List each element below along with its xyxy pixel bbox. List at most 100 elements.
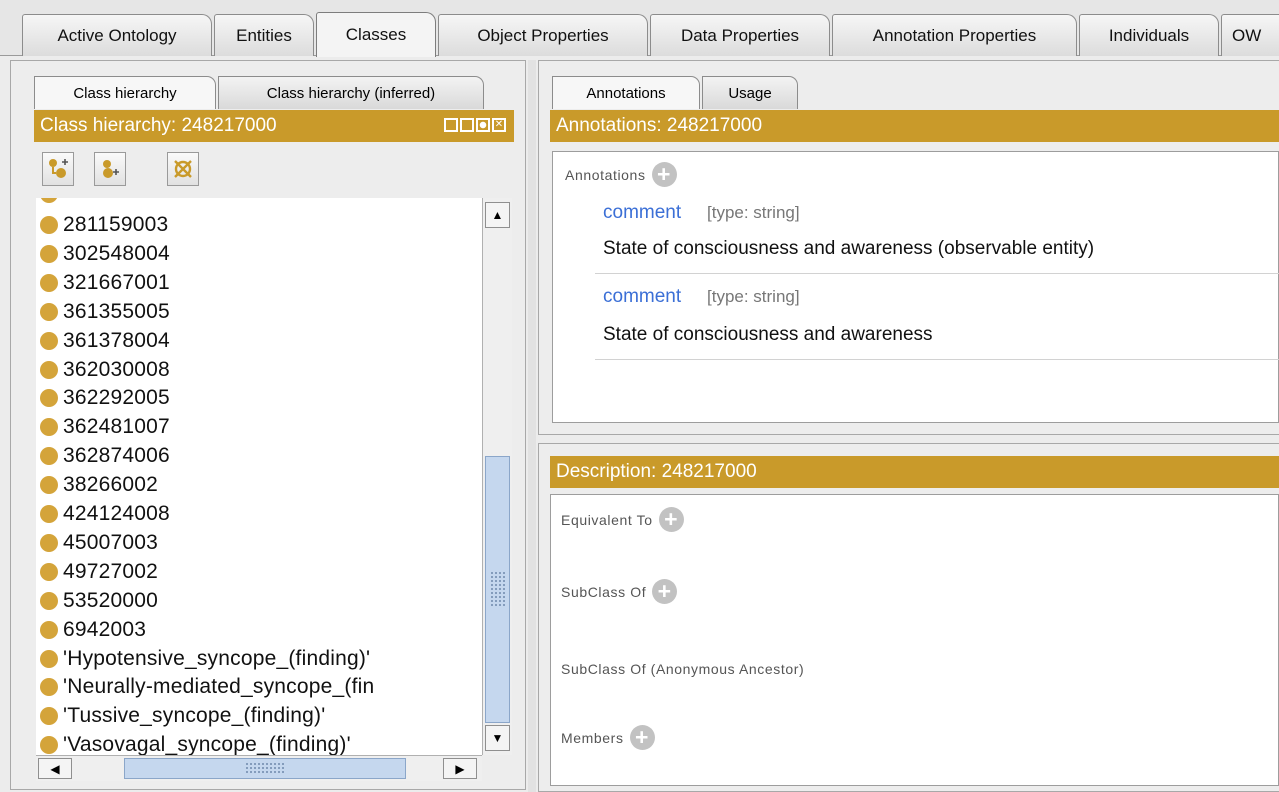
horizontal-scroll-thumb[interactable] [124, 758, 406, 779]
members-label: Members [561, 729, 624, 746]
add-subclass-button[interactable] [42, 152, 74, 186]
subclass-of-section: SubClass Of + [561, 579, 678, 604]
class-icon [40, 649, 58, 668]
list-item[interactable]: 49727002 [40, 558, 158, 586]
split-horizontal-icon[interactable] [460, 118, 474, 132]
class-hierarchy-title: Class hierarchy: 248217000 [40, 115, 277, 136]
class-label: 362481007 [63, 415, 170, 439]
scroll-right-button[interactable]: ▶ [443, 758, 477, 779]
annotations-section: Annotations + [565, 162, 677, 187]
hierarchy-toolbar [34, 142, 514, 198]
list-item[interactable]: 362874006 [40, 442, 170, 470]
annotations-title: Annotations: 248217000 [556, 115, 763, 136]
list-item[interactable]: 302548004 [40, 240, 170, 268]
annotations-label: Annotations [565, 166, 646, 183]
list-item[interactable]: 6942003 [40, 616, 146, 644]
class-label: 362030008 [63, 357, 170, 381]
class-icon [40, 331, 58, 350]
class-label: 'Tussive_syncope_(finding)' [63, 704, 326, 728]
tab-object-properties[interactable]: Object Properties [438, 14, 648, 56]
class-label: 45007003 [63, 530, 159, 554]
add-sibling-icon [103, 160, 119, 178]
scroll-down-button[interactable]: ▼ [485, 725, 510, 751]
scroll-left-button[interactable]: ◀ [38, 758, 72, 779]
equivalent-to-section: Equivalent To + [561, 507, 684, 532]
split-pane-divider[interactable] [528, 60, 536, 792]
class-icon [40, 678, 58, 697]
tab-annotations[interactable]: Annotations [552, 76, 700, 109]
class-label: 281159003 [63, 213, 169, 236]
list-item[interactable]: 45007003 [40, 529, 158, 557]
tab-active-ontology[interactable]: Active Ontology [22, 14, 212, 56]
list-item[interactable]: 361378004 [40, 327, 170, 355]
class-label: 'Neurally-mediated_syncope_(fin [63, 675, 375, 699]
tab-annotation-properties[interactable]: Annotation Properties [832, 14, 1077, 56]
list-item[interactable] [40, 198, 63, 208]
list-item[interactable]: 38266002 [40, 471, 158, 499]
annotation-property-link[interactable]: comment [603, 286, 681, 308]
view-controls: ✕ [444, 118, 506, 132]
annotation-property-link[interactable]: comment [603, 202, 681, 224]
list-item[interactable]: 362481007 [40, 413, 170, 441]
tab-class-hierarchy[interactable]: Class hierarchy [34, 76, 216, 109]
list-item[interactable]: 281159003 [40, 211, 168, 239]
class-icon [40, 591, 58, 610]
class-label: 38266002 [63, 473, 159, 497]
description-content: Equivalent To + SubClass Of + SubClass O… [550, 494, 1279, 786]
add-sibling-button[interactable] [94, 152, 126, 186]
vertical-scroll-thumb[interactable] [485, 456, 510, 723]
class-icon [40, 562, 58, 581]
tab-data-properties[interactable]: Data Properties [650, 14, 830, 56]
class-icon [40, 360, 58, 379]
tab-owlviz[interactable]: OW [1221, 14, 1279, 56]
add-annotation-button[interactable]: + [651, 162, 677, 187]
tab-entities[interactable]: Entities [214, 14, 314, 56]
list-item[interactable]: 53520000 [40, 587, 158, 615]
equivalent-to-label: Equivalent To [561, 511, 653, 528]
class-tree[interactable]: 281159003 302548004 321667001 361355005 3613… [36, 198, 482, 755]
class-label: 424124008 [63, 502, 170, 525]
divider [595, 359, 1279, 360]
class-label: 53520000 [63, 588, 159, 612]
list-item[interactable]: 321667001 [40, 269, 170, 297]
class-tree-vertical-scrollbar[interactable]: ▲ ▼ [482, 198, 512, 755]
annotation-type: [type: string] [707, 287, 800, 306]
scroll-up-button[interactable]: ▲ [485, 202, 510, 228]
close-view-icon[interactable]: ✕ [492, 118, 506, 132]
delete-class-button[interactable] [167, 152, 199, 186]
list-item[interactable]: 424124008 [40, 500, 170, 528]
class-icon [40, 476, 58, 495]
annotation-value: State of consciousness and awareness [603, 324, 933, 345]
list-item[interactable]: 361355005 [40, 298, 170, 326]
list-item[interactable]: 'Neurally-mediated_syncope_(fin [40, 673, 374, 701]
class-tree-horizontal-scrollbar[interactable]: ◀ ▶ [36, 755, 482, 781]
tab-usage[interactable]: Usage [702, 76, 798, 109]
tab-class-hierarchy-inferred[interactable]: Class hierarchy (inferred) [218, 76, 484, 109]
anonymous-ancestor-label: SubClass Of (Anonymous Ancestor) [561, 661, 805, 677]
annotations-header: Annotations: 248217000 [550, 110, 1279, 142]
class-label: 'Hypotensive_syncope_(finding)' [63, 646, 371, 670]
float-view-icon[interactable] [476, 118, 490, 132]
split-vertical-icon[interactable] [444, 118, 458, 132]
members-section: Members + [561, 725, 655, 750]
tab-classes[interactable]: Classes [316, 12, 436, 57]
class-icon [40, 533, 58, 552]
add-member-button[interactable]: + [629, 725, 655, 750]
tab-individuals[interactable]: Individuals [1079, 14, 1219, 56]
class-icon [40, 447, 58, 466]
subclass-of-label: SubClass Of [561, 583, 647, 600]
list-item[interactable]: 'Vasovagal_syncope_(finding)' [40, 731, 351, 755]
list-item[interactable]: 'Tussive_syncope_(finding)' [40, 702, 325, 730]
add-superclass-button[interactable]: + [652, 579, 678, 604]
add-equivalent-button[interactable]: + [658, 507, 684, 532]
list-item[interactable]: 362030008 [40, 356, 170, 384]
grip-icon [245, 762, 285, 775]
add-subclass-icon [49, 159, 68, 178]
workspace-tab-bar: Active Ontology Entities Classes Object … [0, 0, 1279, 57]
annotations-content: Annotations + comment [type: string] Sta… [552, 151, 1279, 423]
list-item[interactable]: 'Hypotensive_syncope_(finding)' [40, 645, 370, 673]
class-icon [40, 620, 58, 639]
class-icon [40, 216, 58, 234]
class-label: 6942003 [63, 617, 147, 641]
list-item[interactable]: 362292005 [40, 384, 170, 412]
